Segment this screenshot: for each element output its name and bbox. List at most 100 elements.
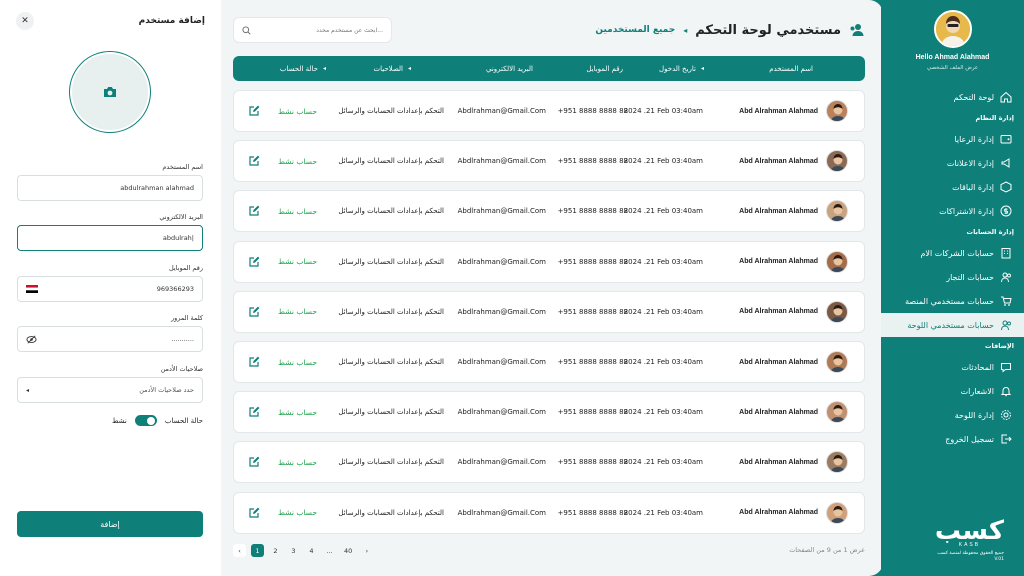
- next-page-button[interactable]: ›: [360, 544, 373, 557]
- page-button[interactable]: 2: [269, 544, 282, 557]
- sidebar-item-ads[interactable]: إدارة الاعلانات: [881, 151, 1024, 175]
- edit-button[interactable]: [248, 507, 260, 519]
- edit-button[interactable]: [248, 205, 260, 217]
- photo-upload[interactable]: [70, 52, 150, 132]
- email: Abdlrahman@Gmail.Com: [457, 157, 546, 166]
- table-row[interactable]: Abd Alrahman Alahmad 2024 .21 Feb 03:40am…: [233, 341, 865, 383]
- email-input[interactable]: [26, 234, 194, 242]
- table-row[interactable]: Abd Alrahman Alahmad 2024 .21 Feb 03:40am…: [233, 90, 865, 132]
- permissions-label: صلاحيات الأدمن: [160, 365, 203, 373]
- add-button[interactable]: إضافة: [17, 511, 203, 537]
- sidebar-item-chats[interactable]: المحادثات: [881, 355, 1024, 379]
- col-status[interactable]: حالة الحساب ◂: [280, 56, 326, 81]
- edit-button[interactable]: [248, 456, 260, 468]
- sidebar-item-merchants[interactable]: حسابات التجار: [881, 265, 1024, 289]
- edit-icon: [249, 507, 260, 518]
- col-name[interactable]: اسم المستخدم: [769, 56, 813, 81]
- nav-section-label: الإضافات: [984, 342, 1014, 350]
- edit-button[interactable]: [248, 356, 260, 368]
- login-date: 2024 .21 Feb 03:40am: [623, 107, 703, 115]
- table-row[interactable]: Abd Alrahman Alahmad 2024 .21 Feb 03:40am…: [233, 441, 865, 484]
- nav-section-label: إدارة النظام: [975, 114, 1015, 122]
- page-button[interactable]: 40: [341, 544, 355, 557]
- close-button[interactable]: ✕: [16, 12, 34, 30]
- sidebar-item-dashboard[interactable]: لوحة التحكم: [881, 85, 1024, 109]
- table-row[interactable]: Abd Alrahman Alahmad 2024 .21 Feb 03:40am…: [233, 190, 865, 233]
- edit-button[interactable]: [248, 406, 260, 418]
- edit-icon: [249, 205, 260, 216]
- sidebar-item-notifications[interactable]: الاشعارات: [881, 379, 1024, 403]
- password-input[interactable]: [37, 335, 194, 343]
- email: Abdlrahman@Gmail.Com: [457, 307, 546, 316]
- email-field[interactable]: [17, 225, 203, 251]
- sidebar-item-panel-users[interactable]: حسابات مستخدمي اللوحة: [881, 313, 1024, 337]
- status-toggle[interactable]: [134, 415, 157, 426]
- email: Abdlrahman@Gmail.Com: [457, 207, 546, 216]
- col-permissions-label: الصلاحيات: [373, 64, 403, 73]
- table-row[interactable]: Abd Alrahman Alahmad 2024 .21 Feb 03:40am…: [233, 391, 865, 434]
- permissions-select[interactable]: ◂ حدد صلاحيات الأدمن: [17, 377, 203, 403]
- prev-page-button[interactable]: ‹: [233, 544, 246, 557]
- edit-button[interactable]: [248, 155, 260, 167]
- mobile-number: +951 8888 8888 88: [557, 458, 628, 467]
- page-button[interactable]: 1: [251, 544, 264, 557]
- search-box[interactable]: [233, 17, 392, 43]
- page-button[interactable]: 3: [287, 544, 300, 557]
- username-input[interactable]: [26, 184, 194, 192]
- sidebar-item-subscriptions[interactable]: إدارة الاشتراكات: [881, 199, 1024, 223]
- sidebar-item-platform-users[interactable]: حسابات مستخدمي المنصة: [881, 289, 1024, 313]
- avatar: [826, 300, 848, 323]
- mobile-input[interactable]: [38, 285, 194, 293]
- brand: كسب KASB جميع الحقوق محفوظة لمنصة كسب V.…: [934, 516, 1005, 562]
- mobile-number: +951 8888 8888 88: [557, 157, 628, 166]
- user-name: Abd Alrahman Alahmad: [739, 408, 818, 416]
- status-badge: حساب نشط: [278, 257, 317, 267]
- avatar: [826, 351, 848, 373]
- col-mobile[interactable]: رقم الموبايل: [586, 56, 623, 81]
- email: Abdlrahman@Gmail.Com: [457, 458, 546, 467]
- greeting: Hello Ahmad Alahmad: [915, 54, 990, 61]
- avatar: [826, 150, 848, 173]
- breadcrumb-all-users[interactable]: جميع المستخدمين: [595, 25, 675, 35]
- search-input[interactable]: [257, 26, 383, 34]
- breadcrumb: مستخدمي لوحة التحكم ◂ جميع المستخدمين: [595, 17, 865, 43]
- page-button[interactable]: 4: [305, 544, 318, 557]
- edit-icon: [249, 306, 260, 317]
- mobile-label: رقم الموبايل: [168, 264, 203, 272]
- edit-button[interactable]: [248, 256, 260, 268]
- eye-off-icon[interactable]: [26, 334, 37, 345]
- brand-logo: كسب: [934, 516, 1005, 546]
- edit-button[interactable]: [248, 105, 260, 117]
- col-permissions[interactable]: الصلاحيات ◂: [373, 56, 411, 81]
- sidebar-item-logout[interactable]: تسجيل الخروج: [881, 427, 1024, 451]
- sidebar-item-parent-companies[interactable]: حسابات الشركات الام: [881, 241, 1024, 265]
- mobile-field[interactable]: [17, 276, 203, 302]
- email: Abdlrahman@Gmail.Com: [457, 107, 546, 115]
- password-field[interactable]: [17, 326, 203, 352]
- mobile-number: +951 8888 8888 88: [557, 307, 628, 316]
- avatar[interactable]: [933, 10, 972, 48]
- view-profile-link[interactable]: عرض الملف الشخصي: [881, 65, 1024, 71]
- login-date: 2024 .21 Feb 03:40am: [623, 207, 703, 216]
- table-row[interactable]: Abd Alrahman Alahmad 2024 .21 Feb 03:40am…: [233, 240, 865, 283]
- sidebar-item-packages[interactable]: إدارة الباقات: [881, 175, 1024, 199]
- table-row[interactable]: Abd Alrahman Alahmad 2024 .21 Feb 03:40am…: [233, 140, 865, 183]
- edit-button[interactable]: [248, 306, 260, 318]
- sidebar-item-sponsors[interactable]: إدارة الرعايا: [881, 127, 1024, 151]
- status-badge: حساب نشط: [278, 106, 317, 116]
- login-date: 2024 .21 Feb 03:40am: [623, 508, 703, 517]
- col-date[interactable]: تاريخ الدخول ◂: [659, 56, 704, 81]
- sidebar-nav: لوحة التحكم إدارة النظام إدارة الرعايا إدار…: [881, 85, 1024, 451]
- edit-icon: [249, 155, 260, 166]
- sidebar-item-label: حسابات مستخدمي المنصة: [905, 296, 994, 306]
- col-email[interactable]: البريد الالكتروني: [486, 56, 533, 81]
- table-row[interactable]: Abd Alrahman Alahmad 2024 .21 Feb 03:40am…: [233, 290, 865, 333]
- sidebar-item-panel-settings[interactable]: إدارة اللوحة: [881, 403, 1024, 427]
- settings-icon: [1000, 409, 1012, 421]
- brand-rights: جميع الحقوق محفوظة لمنصة كسب: [937, 551, 1004, 556]
- flag-icon[interactable]: [26, 285, 38, 293]
- user-name: Abd Alrahman Alahmad: [739, 207, 818, 215]
- permissions: التحكم بإعدادات الحسابات والرسائل: [338, 107, 444, 115]
- username-field[interactable]: [17, 175, 203, 201]
- table-row[interactable]: Abd Alrahman Alahmad 2024 .21 Feb 03:40am…: [233, 491, 865, 534]
